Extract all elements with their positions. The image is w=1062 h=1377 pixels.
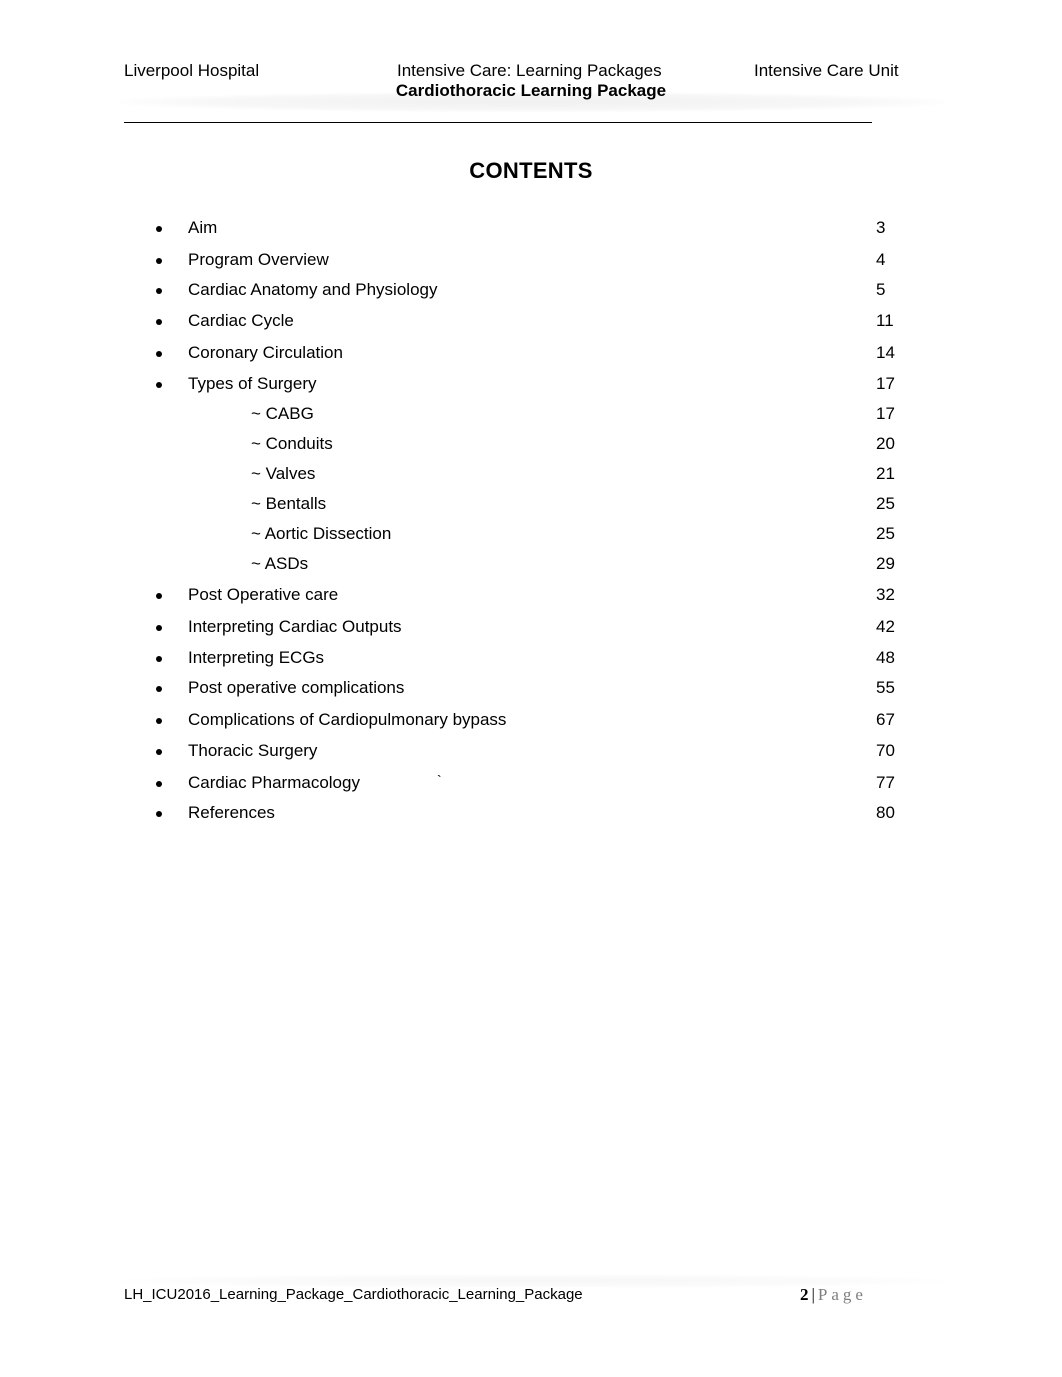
footer-page-number: 2 bbox=[800, 1285, 809, 1304]
toc-entry-page: 25 bbox=[876, 524, 895, 543]
footer-page-word: Page bbox=[817, 1285, 867, 1304]
toc-entry[interactable]: Cardiac Cycle 11 bbox=[0, 310, 1062, 332]
toc-entry-label: Types of Surgery bbox=[188, 374, 317, 393]
contents-title: CONTENTS bbox=[469, 158, 593, 183]
toc-entry-label: ~ ASDs bbox=[251, 554, 309, 573]
toc-entry[interactable]: Post operative complications 55 bbox=[0, 677, 1062, 699]
toc-entry-page: 42 bbox=[876, 617, 895, 636]
toc-subentry[interactable]: ~ Conduits 20 bbox=[0, 433, 1062, 455]
bullet-icon bbox=[156, 351, 162, 357]
toc-entry[interactable]: Thoracic Surgery 70 bbox=[0, 740, 1062, 762]
header-hospital: Liverpool Hospital bbox=[124, 61, 260, 80]
header-series: Intensive Care: Learning Packages bbox=[397, 61, 662, 80]
toc-entry-label: Cardiac Pharmacology bbox=[188, 773, 360, 792]
toc-subentry[interactable]: ~ Valves 21 bbox=[0, 463, 1062, 485]
toc-subentry[interactable]: ~ Aortic Dissection 25 bbox=[0, 523, 1062, 545]
bullet-icon bbox=[156, 656, 162, 662]
toc-entry-page: 4 bbox=[876, 250, 886, 269]
toc-entry-label: References bbox=[188, 803, 275, 822]
toc-entry-page: 67 bbox=[876, 710, 895, 729]
toc-entry[interactable]: Types of Surgery 17 bbox=[0, 373, 1062, 395]
toc-entry-label: ~ Conduits bbox=[251, 434, 333, 453]
bullet-icon bbox=[156, 781, 162, 787]
header-unit: Intensive Care Unit bbox=[754, 61, 899, 80]
toc-entry-label: Interpreting Cardiac Outputs bbox=[188, 617, 402, 636]
toc-entry[interactable]: Interpreting Cardiac Outputs 42 bbox=[0, 616, 1062, 638]
toc-entry-page: 3 bbox=[876, 218, 886, 237]
toc-entry-label: ~ Valves bbox=[251, 464, 316, 483]
bullet-icon bbox=[156, 382, 162, 388]
toc-entry-page: 70 bbox=[876, 741, 895, 760]
toc-subentry[interactable]: ~ ASDs 29 bbox=[0, 553, 1062, 575]
toc-subentry[interactable]: ~ Bentalls 25 bbox=[0, 493, 1062, 515]
toc-entry-label: Thoracic Surgery bbox=[188, 741, 318, 760]
toc-entry-label: ~ Aortic Dissection bbox=[251, 524, 392, 543]
header-shadow bbox=[120, 92, 945, 112]
bullet-icon bbox=[156, 811, 162, 817]
toc-entry-label: ~ Bentalls bbox=[251, 494, 327, 513]
toc-entry[interactable]: Aim 3 bbox=[0, 217, 1062, 239]
toc-entry-label: Interpreting ECGs bbox=[188, 648, 325, 667]
bullet-icon bbox=[156, 625, 162, 631]
footer-separator: | bbox=[811, 1285, 815, 1304]
toc-entry-page: 48 bbox=[876, 648, 895, 667]
toc-entry-page: 29 bbox=[876, 554, 895, 573]
toc-entry-label: Program Overview bbox=[188, 250, 329, 269]
toc-entry-label: Post Operative care bbox=[188, 585, 339, 604]
toc-entry[interactable]: Program Overview 4 bbox=[0, 249, 1062, 271]
bullet-icon bbox=[156, 319, 162, 325]
bullet-icon bbox=[156, 749, 162, 755]
toc-entry-page: 25 bbox=[876, 494, 895, 513]
bullet-icon bbox=[156, 718, 162, 724]
bullet-icon bbox=[156, 686, 162, 692]
toc-entry-label: Complications of Cardiopulmonary bypass bbox=[188, 710, 507, 729]
toc-entry-page: 32 bbox=[876, 585, 895, 604]
toc-entry[interactable]: References 80 bbox=[0, 802, 1062, 824]
toc-entry[interactable]: Cardiac Pharmacology 77 bbox=[0, 772, 1062, 794]
toc-entry-page: 11 bbox=[876, 311, 894, 330]
toc-entry-label: Cardiac Anatomy and Physiology bbox=[188, 280, 438, 299]
bullet-icon bbox=[156, 288, 162, 294]
toc-entry-page: 17 bbox=[876, 404, 895, 423]
toc-entry[interactable]: Post Operative care 32 bbox=[0, 584, 1062, 606]
toc-entry-page: 20 bbox=[876, 434, 895, 453]
header-divider bbox=[124, 122, 872, 123]
toc-entry[interactable]: Cardiac Anatomy and Physiology 5 bbox=[0, 279, 1062, 301]
bullet-icon bbox=[156, 226, 162, 232]
toc-entry-label: Cardiac Cycle bbox=[188, 311, 294, 330]
footer-page-indicator: 2 | Page bbox=[800, 1285, 867, 1305]
footer-filename: LH_ICU2016_Learning_Package_Cardiothorac… bbox=[124, 1286, 583, 1303]
toc-entry-page: 14 bbox=[876, 343, 895, 362]
toc-entry-page: 77 bbox=[876, 773, 895, 792]
stray-mark: ` bbox=[437, 772, 442, 788]
bullet-icon bbox=[156, 258, 162, 264]
toc-entry[interactable]: Complications of Cardiopulmonary bypass 6… bbox=[0, 709, 1062, 731]
toc-subentry[interactable]: ~ CABG 17 bbox=[0, 403, 1062, 425]
toc-entry-label: Aim bbox=[188, 218, 218, 237]
toc-entry-page: 80 bbox=[876, 803, 895, 822]
bullet-icon bbox=[156, 593, 162, 599]
toc-entry-page: 55 bbox=[876, 678, 895, 697]
toc-entry-label: Post operative complications bbox=[188, 678, 405, 697]
toc-entry-label: Coronary Circulation bbox=[188, 343, 343, 362]
toc-entry-page: 17 bbox=[876, 374, 895, 393]
toc-entry-label: ~ CABG bbox=[251, 404, 314, 423]
toc-entry-page: 5 bbox=[876, 280, 886, 299]
toc-entry[interactable]: Interpreting ECGs 48 bbox=[0, 647, 1062, 669]
toc-entry-page: 21 bbox=[876, 464, 895, 483]
toc-entry[interactable]: Coronary Circulation 14 bbox=[0, 342, 1062, 364]
